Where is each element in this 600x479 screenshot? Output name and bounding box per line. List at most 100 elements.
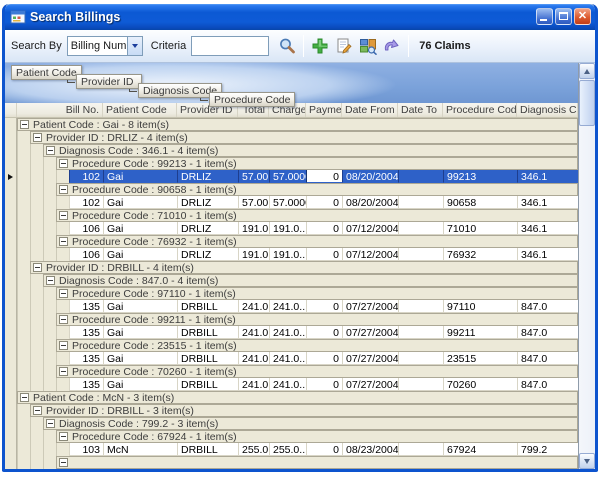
group-chip-patient-code[interactable]: Patient Code bbox=[11, 65, 82, 80]
group-row[interactable]: Diagnosis Code : 346.1 - 4 item(s) bbox=[5, 144, 578, 157]
group-row[interactable]: Patient Code : Gai - 8 item(s) bbox=[5, 118, 578, 131]
cell-patient_code[interactable]: Gai bbox=[103, 326, 177, 339]
group-row[interactable]: Procedure Code : 23515 - 1 item(s) bbox=[5, 339, 578, 352]
group-row[interactable]: Patient Code : McN - 3 item(s) bbox=[5, 391, 578, 404]
group-row[interactable]: Provider ID : DRBILL - 3 item(s) bbox=[5, 404, 578, 417]
group-box[interactable]: Procedure Code : 76932 - 1 item(s) bbox=[56, 235, 578, 248]
cell-payment[interactable]: 0 bbox=[306, 248, 342, 261]
group-row[interactable]: Procedure Code : 67924 - 1 item(s) bbox=[5, 430, 578, 443]
data-row[interactable]: 135GaiDRBILL241.0...241.0...007/27/20047… bbox=[5, 378, 578, 391]
scrollbar-track[interactable] bbox=[579, 79, 595, 453]
group-row[interactable]: Provider ID : DRBILL - 4 item(s) bbox=[5, 261, 578, 274]
cell-date_to[interactable] bbox=[398, 326, 443, 339]
cell-date_from[interactable]: 08/20/2004 bbox=[342, 196, 398, 209]
cell-date_from[interactable]: 07/27/2004 bbox=[342, 300, 398, 313]
cell-patient_code[interactable]: Gai bbox=[103, 196, 177, 209]
cell-date_from[interactable]: 07/27/2004 bbox=[342, 326, 398, 339]
collapse-icon[interactable] bbox=[59, 458, 68, 467]
data-row[interactable]: 135GaiDRBILL241.0...241.0...007/27/20049… bbox=[5, 326, 578, 339]
cell-total[interactable]: 57.00... bbox=[238, 170, 269, 183]
data-row[interactable]: 103McNDRBILL255.0...255.0...008/23/20046… bbox=[5, 443, 578, 456]
vertical-scrollbar[interactable] bbox=[579, 63, 595, 469]
cell-procedure_code[interactable]: 71010 bbox=[443, 222, 517, 235]
cell-patient_code[interactable]: McN bbox=[103, 443, 177, 456]
collapse-icon[interactable] bbox=[46, 276, 55, 285]
cell-payment[interactable]: 0 bbox=[306, 300, 342, 313]
group-row[interactable]: Procedure Code : 90658 - 1 item(s) bbox=[5, 183, 578, 196]
cell-date_from[interactable]: 07/12/2004 bbox=[342, 222, 398, 235]
cell-date_to[interactable] bbox=[398, 248, 443, 261]
cell-charges[interactable]: 255.0... bbox=[269, 443, 306, 456]
group-box[interactable]: Diagnosis Code : 799.2 - 3 item(s) bbox=[43, 417, 578, 430]
data-row[interactable]: 106GaiDRLIZ191.0...191.0...007/12/200476… bbox=[5, 248, 578, 261]
cell-bill_no[interactable]: 106 bbox=[69, 222, 103, 235]
group-box[interactable]: Provider ID : DRBILL - 3 item(s) bbox=[30, 404, 578, 417]
group-chip-provider-id[interactable]: Provider ID bbox=[76, 74, 142, 89]
collapse-icon[interactable] bbox=[33, 133, 42, 142]
group-box[interactable]: Procedure Code : 99211 - 1 item(s) bbox=[56, 313, 578, 326]
cell-patient_code[interactable]: Gai bbox=[103, 300, 177, 313]
data-row[interactable]: 102GaiDRLIZ57.00...57.0000008/20/2004906… bbox=[5, 196, 578, 209]
cell-payment[interactable]: 0 bbox=[306, 196, 342, 209]
column-header-date_to[interactable]: Date To bbox=[398, 103, 443, 117]
collapse-icon[interactable] bbox=[59, 237, 68, 246]
close-button[interactable]: ✕ bbox=[574, 8, 591, 25]
group-row[interactable]: Procedure Code : 70260 - 1 item(s) bbox=[5, 365, 578, 378]
cell-bill_no[interactable]: 102 bbox=[69, 196, 103, 209]
cell-total[interactable]: 241.0... bbox=[238, 378, 269, 391]
cell-provider_id[interactable]: DRBILL bbox=[177, 326, 238, 339]
column-header-payment[interactable]: Payme... bbox=[306, 103, 342, 117]
data-row[interactable]: 135GaiDRBILL241.0...241.0...007/27/20042… bbox=[5, 352, 578, 365]
cell-charges[interactable]: 57.0000 bbox=[269, 170, 306, 183]
cell-date_to[interactable] bbox=[398, 170, 443, 183]
cell-bill_no[interactable]: 135 bbox=[69, 352, 103, 365]
cell-payment[interactable]: 0 bbox=[306, 352, 342, 365]
collapse-icon[interactable] bbox=[33, 406, 42, 415]
search-by-dropdown[interactable]: Billing Number bbox=[67, 36, 143, 56]
cell-provider_id[interactable]: DRBILL bbox=[177, 443, 238, 456]
cell-payment[interactable]: 0 bbox=[306, 443, 342, 456]
cell-charges[interactable]: 241.0... bbox=[269, 326, 306, 339]
group-row[interactable]: Provider ID : DRLIZ - 4 item(s) bbox=[5, 131, 578, 144]
cell-patient_code[interactable]: Gai bbox=[103, 248, 177, 261]
cell-provider_id[interactable]: DRBILL bbox=[177, 300, 238, 313]
group-row[interactable]: Procedure Code : 97110 - 1 item(s) bbox=[5, 287, 578, 300]
column-header-patient_code[interactable]: Patient Code bbox=[103, 103, 177, 117]
cell-date_to[interactable] bbox=[398, 352, 443, 365]
scrollbar-up-button[interactable] bbox=[579, 63, 595, 79]
collapse-icon[interactable] bbox=[59, 159, 68, 168]
cell-date_to[interactable] bbox=[398, 196, 443, 209]
cell-total[interactable]: 241.0... bbox=[238, 352, 269, 365]
cell-total[interactable]: 255.0... bbox=[238, 443, 269, 456]
collapse-icon[interactable] bbox=[20, 393, 29, 402]
data-row[interactable]: 135GaiDRBILL241.0...241.0...007/27/20049… bbox=[5, 300, 578, 313]
cell-date_from[interactable]: 08/20/2004 bbox=[342, 170, 398, 183]
payment-editor-input[interactable]: 0 bbox=[306, 170, 342, 183]
collapse-icon[interactable] bbox=[33, 263, 42, 272]
collapse-icon[interactable] bbox=[59, 315, 68, 324]
data-row[interactable]: 102GaiDRLIZ57.00...57.0000008/20/2004992… bbox=[5, 170, 578, 183]
cell-bill_no[interactable]: 102 bbox=[69, 170, 103, 183]
cell-provider_id[interactable]: DRLIZ bbox=[177, 196, 238, 209]
cell-provider_id[interactable]: DRBILL bbox=[177, 378, 238, 391]
collapse-icon[interactable] bbox=[59, 341, 68, 350]
dropdown-button[interactable] bbox=[127, 37, 142, 55]
group-row[interactable]: Procedure Code : 99213 - 1 item(s) bbox=[5, 157, 578, 170]
cell-procedure_code[interactable]: 99211 bbox=[443, 326, 517, 339]
maximize-button[interactable] bbox=[555, 8, 572, 25]
cell-date_to[interactable] bbox=[398, 300, 443, 313]
cell-diagnosis_code[interactable]: 799.2 bbox=[517, 443, 578, 456]
cell-procedure_code[interactable]: 23515 bbox=[443, 352, 517, 365]
cell-procedure_code[interactable]: 76932 bbox=[443, 248, 517, 261]
group-row[interactable] bbox=[5, 456, 578, 469]
group-box[interactable] bbox=[56, 456, 578, 469]
cell-date_from[interactable]: 07/12/2004 bbox=[342, 248, 398, 261]
cell-payment[interactable]: 0 bbox=[306, 222, 342, 235]
group-box[interactable]: Patient Code : McN - 3 item(s) bbox=[17, 391, 578, 404]
group-row[interactable]: Diagnosis Code : 799.2 - 3 item(s) bbox=[5, 417, 578, 430]
cell-procedure_code[interactable]: 97110 bbox=[443, 300, 517, 313]
cell-date_from[interactable]: 07/27/2004 bbox=[342, 352, 398, 365]
group-box[interactable]: Procedure Code : 99213 - 1 item(s) bbox=[56, 157, 578, 170]
scrollbar-down-button[interactable] bbox=[579, 453, 595, 469]
cell-procedure_code[interactable]: 70260 bbox=[443, 378, 517, 391]
